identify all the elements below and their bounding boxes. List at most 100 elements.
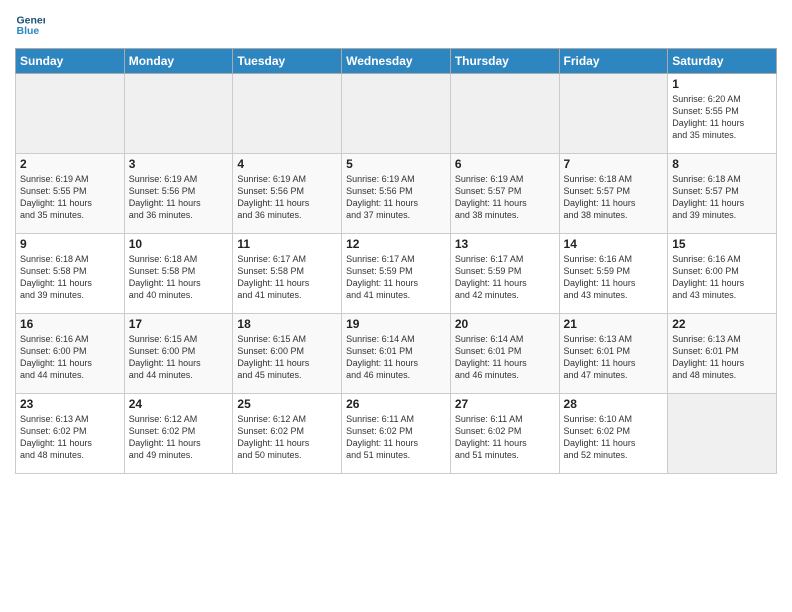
day-cell-1-0: 2 Sunrise: 6:19 AM Sunset: 5:55 PM Daylig…	[16, 154, 125, 234]
day-info: Sunrise: 6:19 AM Sunset: 5:56 PM Dayligh…	[346, 173, 446, 222]
day-number: 20	[455, 317, 555, 331]
week-row-1: 2 Sunrise: 6:19 AM Sunset: 5:55 PM Daylig…	[16, 154, 777, 234]
day-cell-2-3: 12Sunrise: 6:17 AM Sunset: 5:59 PM Dayli…	[342, 234, 451, 314]
day-info: Sunrise: 6:16 AM Sunset: 6:00 PM Dayligh…	[20, 333, 120, 382]
day-number: 8	[672, 157, 772, 171]
day-cell-2-2: 11 Sunrise: 6:17 AM Sunset: 5:58 PM Dayli…	[233, 234, 342, 314]
day-info: Sunrise: 6:20 AM Sunset: 5:55 PM Dayligh…	[672, 93, 772, 142]
day-cell-1-5: 7 Sunrise: 6:18 AM Sunset: 5:57 PM Daylig…	[559, 154, 668, 234]
header-row: SundayMondayTuesdayWednesdayThursdayFrid…	[16, 49, 777, 74]
day-cell-3-3: 19Sunrise: 6:14 AM Sunset: 6:01 PM Dayli…	[342, 314, 451, 394]
day-number: 19	[346, 317, 446, 331]
day-info: Sunrise: 6:17 AM Sunset: 5:59 PM Dayligh…	[346, 253, 446, 302]
day-info: Sunrise: 6:15 AM Sunset: 6:00 PM Dayligh…	[129, 333, 229, 382]
header-cell-saturday: Saturday	[668, 49, 777, 74]
header-cell-thursday: Thursday	[450, 49, 559, 74]
day-cell-0-0	[16, 74, 125, 154]
day-info: Sunrise: 6:18 AM Sunset: 5:58 PM Dayligh…	[129, 253, 229, 302]
day-number: 13	[455, 237, 555, 251]
day-cell-2-6: 15 Sunrise: 6:16 AM Sunset: 6:00 PM Dayli…	[668, 234, 777, 314]
day-number: 14	[564, 237, 664, 251]
svg-text:Blue: Blue	[17, 25, 40, 37]
day-number: 24	[129, 397, 229, 411]
day-cell-4-5: 28Sunrise: 6:10 AM Sunset: 6:02 PM Dayli…	[559, 394, 668, 474]
week-row-0: 1 Sunrise: 6:20 AM Sunset: 5:55 PM Daylig…	[16, 74, 777, 154]
day-number: 1	[672, 77, 772, 91]
day-info: Sunrise: 6:19 AM Sunset: 5:55 PM Dayligh…	[20, 173, 120, 222]
day-number: 9	[20, 237, 120, 251]
day-info: Sunrise: 6:19 AM Sunset: 5:56 PM Dayligh…	[237, 173, 337, 222]
day-number: 26	[346, 397, 446, 411]
header-cell-sunday: Sunday	[16, 49, 125, 74]
day-number: 25	[237, 397, 337, 411]
day-number: 6	[455, 157, 555, 171]
day-info: Sunrise: 6:12 AM Sunset: 6:02 PM Dayligh…	[129, 413, 229, 462]
day-info: Sunrise: 6:16 AM Sunset: 6:00 PM Dayligh…	[672, 253, 772, 302]
day-number: 23	[20, 397, 120, 411]
day-cell-4-2: 25 Sunrise: 6:12 AM Sunset: 6:02 PM Dayli…	[233, 394, 342, 474]
day-number: 15	[672, 237, 772, 251]
day-number: 18	[237, 317, 337, 331]
day-cell-4-1: 24 Sunrise: 6:12 AM Sunset: 6:02 PM Dayli…	[124, 394, 233, 474]
day-info: Sunrise: 6:19 AM Sunset: 5:57 PM Dayligh…	[455, 173, 555, 222]
day-info: Sunrise: 6:17 AM Sunset: 5:59 PM Dayligh…	[455, 253, 555, 302]
header-cell-tuesday: Tuesday	[233, 49, 342, 74]
day-info: Sunrise: 6:10 AM Sunset: 6:02 PM Dayligh…	[564, 413, 664, 462]
header-cell-wednesday: Wednesday	[342, 49, 451, 74]
day-cell-4-4: 27 Sunrise: 6:11 AM Sunset: 6:02 PM Dayli…	[450, 394, 559, 474]
day-cell-0-5	[559, 74, 668, 154]
day-cell-1-6: 8 Sunrise: 6:18 AM Sunset: 5:57 PM Daylig…	[668, 154, 777, 234]
week-row-2: 9 Sunrise: 6:18 AM Sunset: 5:58 PM Daylig…	[16, 234, 777, 314]
day-cell-2-4: 13 Sunrise: 6:17 AM Sunset: 5:59 PM Dayli…	[450, 234, 559, 314]
day-cell-1-3: 5 Sunrise: 6:19 AM Sunset: 5:56 PM Daylig…	[342, 154, 451, 234]
day-cell-0-3	[342, 74, 451, 154]
day-cell-1-4: 6 Sunrise: 6:19 AM Sunset: 5:57 PM Daylig…	[450, 154, 559, 234]
day-number: 2	[20, 157, 120, 171]
day-cell-3-5: 21Sunrise: 6:13 AM Sunset: 6:01 PM Dayli…	[559, 314, 668, 394]
day-info: Sunrise: 6:18 AM Sunset: 5:57 PM Dayligh…	[564, 173, 664, 222]
logo-icon: General Blue	[15, 10, 45, 40]
day-number: 5	[346, 157, 446, 171]
header-cell-friday: Friday	[559, 49, 668, 74]
day-info: Sunrise: 6:19 AM Sunset: 5:56 PM Dayligh…	[129, 173, 229, 222]
day-cell-3-2: 18 Sunrise: 6:15 AM Sunset: 6:00 PM Dayli…	[233, 314, 342, 394]
day-info: Sunrise: 6:11 AM Sunset: 6:02 PM Dayligh…	[346, 413, 446, 462]
day-info: Sunrise: 6:18 AM Sunset: 5:58 PM Dayligh…	[20, 253, 120, 302]
calendar-table: SundayMondayTuesdayWednesdayThursdayFrid…	[15, 48, 777, 474]
header-cell-monday: Monday	[124, 49, 233, 74]
day-number: 11	[237, 237, 337, 251]
day-cell-2-0: 9 Sunrise: 6:18 AM Sunset: 5:58 PM Daylig…	[16, 234, 125, 314]
day-cell-3-1: 17 Sunrise: 6:15 AM Sunset: 6:00 PM Dayli…	[124, 314, 233, 394]
day-cell-1-1: 3 Sunrise: 6:19 AM Sunset: 5:56 PM Daylig…	[124, 154, 233, 234]
page: General Blue SundayMondayTuesdayWednesda…	[0, 0, 792, 612]
day-cell-0-1	[124, 74, 233, 154]
day-cell-3-4: 20 Sunrise: 6:14 AM Sunset: 6:01 PM Dayli…	[450, 314, 559, 394]
day-info: Sunrise: 6:17 AM Sunset: 5:58 PM Dayligh…	[237, 253, 337, 302]
day-number: 4	[237, 157, 337, 171]
day-cell-0-6: 1 Sunrise: 6:20 AM Sunset: 5:55 PM Daylig…	[668, 74, 777, 154]
day-info: Sunrise: 6:13 AM Sunset: 6:02 PM Dayligh…	[20, 413, 120, 462]
day-cell-2-5: 14Sunrise: 6:16 AM Sunset: 5:59 PM Dayli…	[559, 234, 668, 314]
header: General Blue	[15, 10, 777, 40]
day-number: 16	[20, 317, 120, 331]
day-info: Sunrise: 6:15 AM Sunset: 6:00 PM Dayligh…	[237, 333, 337, 382]
day-cell-1-2: 4 Sunrise: 6:19 AM Sunset: 5:56 PM Daylig…	[233, 154, 342, 234]
week-row-4: 23 Sunrise: 6:13 AM Sunset: 6:02 PM Dayli…	[16, 394, 777, 474]
day-info: Sunrise: 6:14 AM Sunset: 6:01 PM Dayligh…	[455, 333, 555, 382]
day-cell-4-6	[668, 394, 777, 474]
day-cell-0-2	[233, 74, 342, 154]
day-info: Sunrise: 6:13 AM Sunset: 6:01 PM Dayligh…	[672, 333, 772, 382]
day-number: 17	[129, 317, 229, 331]
day-info: Sunrise: 6:13 AM Sunset: 6:01 PM Dayligh…	[564, 333, 664, 382]
day-number: 3	[129, 157, 229, 171]
day-number: 27	[455, 397, 555, 411]
logo: General Blue	[15, 10, 49, 40]
week-row-3: 16 Sunrise: 6:16 AM Sunset: 6:00 PM Dayli…	[16, 314, 777, 394]
day-info: Sunrise: 6:18 AM Sunset: 5:57 PM Dayligh…	[672, 173, 772, 222]
day-info: Sunrise: 6:11 AM Sunset: 6:02 PM Dayligh…	[455, 413, 555, 462]
day-number: 7	[564, 157, 664, 171]
day-cell-3-0: 16 Sunrise: 6:16 AM Sunset: 6:00 PM Dayli…	[16, 314, 125, 394]
day-cell-4-0: 23 Sunrise: 6:13 AM Sunset: 6:02 PM Dayli…	[16, 394, 125, 474]
day-info: Sunrise: 6:12 AM Sunset: 6:02 PM Dayligh…	[237, 413, 337, 462]
day-cell-2-1: 10Sunrise: 6:18 AM Sunset: 5:58 PM Dayli…	[124, 234, 233, 314]
